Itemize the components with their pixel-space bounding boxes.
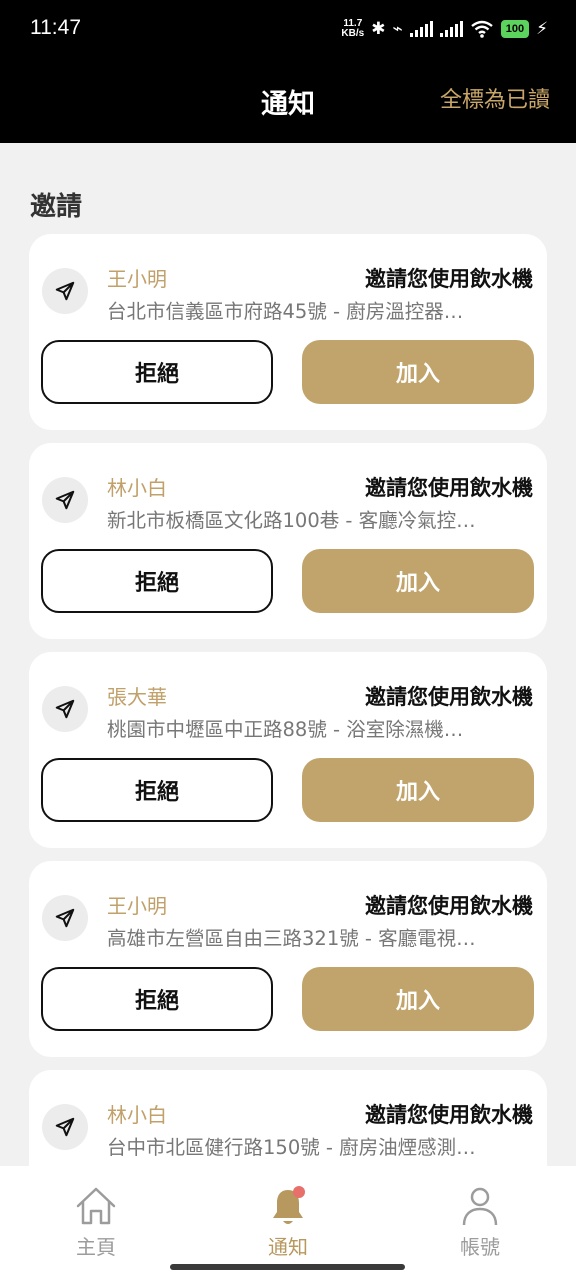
bottom-nav: 主頁 通知 帳號	[0, 1166, 576, 1280]
send-icon	[42, 477, 88, 523]
app-header: 通知 全標為已讀	[0, 58, 576, 143]
signal-2-icon	[439, 21, 463, 37]
inviter-name: 王小明	[107, 894, 167, 918]
signal-1-icon	[409, 21, 433, 37]
invite-type: 邀請您使用飲水機	[365, 1103, 533, 1127]
invite-card: 王小明 邀請您使用飲水機高雄市左營區自由三路321號 - 客廳電視… 拒絕 加入	[29, 861, 547, 1057]
join-button[interactable]: 加入	[302, 967, 534, 1031]
invite-card: 王小明 邀請您使用飲水機台北市信義區市府路45號 - 廚房溫控器… 拒絕 加入	[29, 234, 547, 430]
reject-button[interactable]: 拒絕	[41, 967, 273, 1031]
nav-account-label: 帳號	[460, 1235, 500, 1259]
nav-account[interactable]: 帳號	[420, 1184, 540, 1260]
bell-icon	[273, 1186, 305, 1224]
inviter-name: 林小白	[107, 1103, 167, 1127]
nav-notifications[interactable]: 通知	[228, 1184, 348, 1260]
bluetooth-icon: ✱	[371, 19, 386, 39]
send-icon	[42, 1104, 88, 1150]
invite-type: 邀請您使用飲水機	[365, 476, 533, 500]
mark-all-read-button[interactable]: 全標為已讀	[440, 82, 550, 114]
inviter-name: 王小明	[107, 267, 167, 291]
invite-type: 邀請您使用飲水機	[365, 685, 533, 709]
reject-button[interactable]: 拒絕	[41, 340, 273, 404]
nav-home[interactable]: 主頁	[36, 1184, 156, 1260]
network-speed-unit: KB/s	[341, 28, 365, 39]
status-bar: 11:47 11.7 KB/s ✱ ⌁ 100 ⚡	[0, 0, 576, 58]
invite-detail: 台北市信義區市府路45號 - 廚房溫控器…	[107, 300, 464, 323]
vibrate-off-icon: ⌁	[392, 19, 403, 39]
join-button[interactable]: 加入	[302, 340, 534, 404]
send-icon	[42, 895, 88, 941]
inviter-name: 張大華	[107, 685, 167, 709]
invite-card: 張大華 邀請您使用飲水機桃園市中壢區中正路88號 - 浴室除濕機… 拒絕 加入	[29, 652, 547, 848]
wifi-icon	[470, 20, 493, 38]
invite-type: 邀請您使用飲水機	[365, 267, 533, 291]
nav-notifications-label: 通知	[268, 1235, 308, 1259]
invite-detail: 桃園市中壢區中正路88號 - 浴室除濕機…	[107, 718, 464, 741]
send-icon	[42, 268, 88, 314]
invite-detail: 新北市板橋區文化路100巷 - 客廳冷氣控…	[107, 509, 476, 532]
charging-icon: ⚡	[536, 19, 548, 39]
home-indicator[interactable]	[170, 1264, 405, 1270]
status-time: 11:47	[30, 16, 81, 39]
join-button[interactable]: 加入	[302, 758, 534, 822]
invite-list: 王小明 邀請您使用飲水機 台北市信義區市府路45號 - 廚房溫控器… 拒絕 加入 林小白邀…	[29, 234, 547, 1279]
reject-button[interactable]: 拒絕	[41, 758, 273, 822]
invite-detail: 台中市北區健行路150號 - 廚房油煙感測…	[107, 1136, 476, 1159]
inviter-name: 林小白	[107, 476, 167, 500]
invite-type: 邀請您使用飲水機	[365, 894, 533, 918]
home-icon	[76, 1187, 116, 1225]
invite-card: 林小白 邀請您使用飲水機新北市板橋區文化路100巷 - 客廳冷氣控… 拒絕 加入	[29, 443, 547, 639]
nav-home-label: 主頁	[76, 1235, 116, 1259]
user-icon	[462, 1187, 498, 1226]
send-icon	[42, 686, 88, 732]
reject-button[interactable]: 拒絕	[41, 549, 273, 613]
join-button[interactable]: 加入	[302, 549, 534, 613]
battery-level: 100	[500, 20, 530, 38]
section-title-invites: 邀請	[30, 192, 83, 222]
invite-detail: 高雄市左營區自由三路321號 - 客廳電視…	[107, 927, 476, 950]
network-speed: 11.7 KB/s	[341, 19, 364, 39]
status-icons: 11.7 KB/s ✱ ⌁ 100 ⚡	[341, 14, 548, 44]
